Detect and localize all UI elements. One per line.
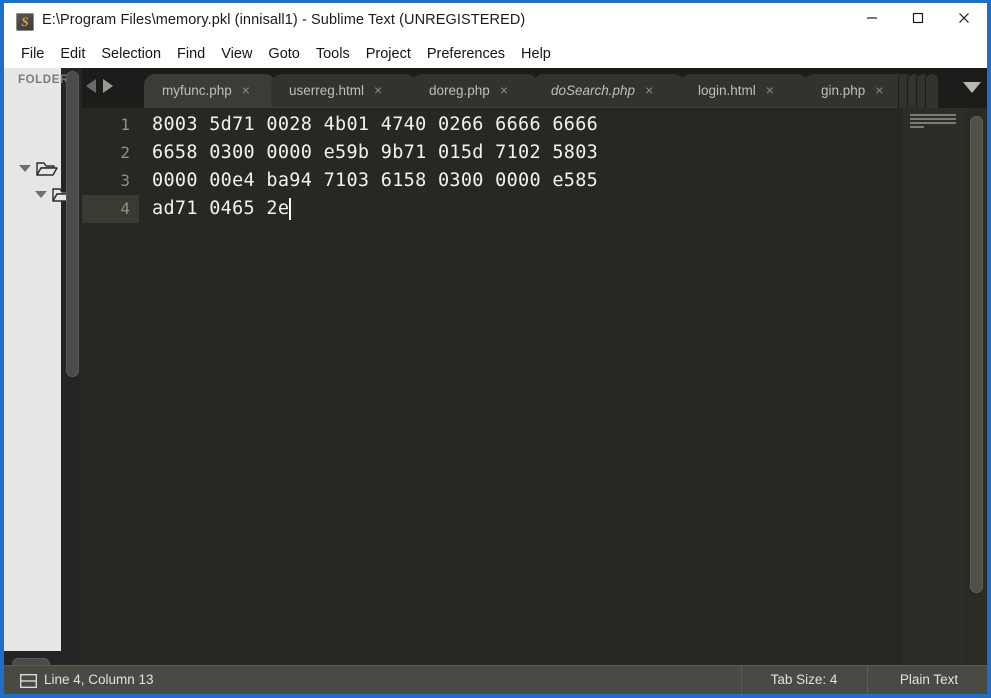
line-number-gutter: 1 2 3 4: [82, 108, 139, 674]
tab-label: userreg.html: [289, 82, 365, 98]
sidebar: FOLDERS: [4, 68, 82, 674]
sidebar-panel: FOLDERS: [4, 68, 77, 651]
menu-item-tools[interactable]: Tools: [308, 44, 358, 64]
menu-item-find[interactable]: Find: [169, 44, 213, 64]
tab-doreg-php[interactable]: doreg.php ×: [411, 74, 538, 108]
minimap-line: [910, 126, 924, 128]
line-number: 1: [120, 115, 130, 134]
menu-item-preferences[interactable]: Preferences: [419, 44, 513, 64]
line-number: 4: [120, 199, 130, 218]
tab-close-icon[interactable]: ×: [766, 83, 774, 97]
code-line[interactable]: ad71 0465 2e: [152, 195, 289, 223]
maximize-button[interactable]: [895, 3, 941, 33]
minimap-line: [910, 114, 956, 116]
tab-label: myfunc.php: [162, 82, 232, 98]
tab-label: gin.php: [821, 82, 866, 98]
tab-overflow-stack: [899, 74, 955, 108]
status-divider: [741, 666, 742, 694]
sublime-text-window: E:\Program Files\memory.pkl (innisall1) …: [0, 0, 991, 698]
menu-item-file[interactable]: File: [13, 44, 52, 64]
menu-bar: File Edit Selection Find View Goto Tools Projec…: [4, 40, 987, 68]
minimap[interactable]: [903, 108, 965, 674]
chevron-down-icon[interactable]: [35, 191, 47, 198]
tab-close-icon[interactable]: ×: [875, 83, 883, 97]
menu-item-view[interactable]: View: [213, 44, 260, 64]
close-button[interactable]: [941, 3, 987, 33]
code-line[interactable]: 8003 5d71 0028 4b01 4740 0266 6666 6666: [152, 111, 598, 139]
tab-overflow-menu-icon[interactable]: [963, 82, 981, 93]
menu-item-project[interactable]: Project: [358, 44, 419, 64]
tab-nav-arrows: [86, 79, 113, 93]
status-syntax[interactable]: Plain Text: [875, 672, 983, 687]
sidebar-vertical-scrollbar[interactable]: [66, 71, 79, 377]
status-tab-size[interactable]: Tab Size: 4: [749, 672, 859, 687]
minimap-line: [910, 122, 956, 124]
folder-icon: [36, 160, 58, 177]
line-number: 2: [120, 143, 130, 162]
text-caret: [289, 198, 292, 220]
tab-myfunc-php[interactable]: myfunc.php ×: [144, 74, 276, 108]
minimap-line: [910, 118, 956, 120]
panes-icon[interactable]: [19, 673, 38, 693]
tab-label: doSearch.php: [551, 82, 636, 98]
status-line-column: Line 4, Column 13: [44, 672, 154, 687]
tab-close-icon[interactable]: ×: [500, 83, 508, 97]
tab-label: login.html: [698, 82, 756, 98]
editor-vertical-scrollbar-thumb[interactable]: [970, 116, 983, 593]
editor-vertical-scrollbar-track[interactable]: [965, 108, 987, 674]
window-title: E:\Program Files\memory.pkl (innisall1) …: [42, 12, 526, 28]
code-line[interactable]: 0000 00e4 ba94 7103 6158 0300 0000 e585: [152, 167, 598, 195]
editor-area[interactable]: 1 2 3 4 8003 5d71 0028 4b01 4740 0266 6666 …: [82, 108, 987, 674]
tab-login-html[interactable]: login.html ×: [680, 74, 808, 108]
tab-dosearch-php[interactable]: doSearch.php ×: [533, 74, 685, 108]
chevron-down-icon[interactable]: [19, 165, 31, 172]
tab-close-icon[interactable]: ×: [374, 83, 382, 97]
title-bar[interactable]: E:\Program Files\memory.pkl (innisall1) …: [4, 3, 987, 40]
tab-label: doreg.php: [429, 82, 490, 98]
sublime-text-icon: [16, 13, 34, 31]
code-line[interactable]: 6658 0300 0000 e59b 9b71 015d 7102 5803: [152, 139, 598, 167]
status-bar: Line 4, Column 13 Tab Size: 4 Plain Text: [4, 665, 987, 694]
menu-item-goto[interactable]: Goto: [260, 44, 307, 64]
tab-close-icon[interactable]: ×: [242, 83, 250, 97]
arrow-left-icon[interactable]: [86, 79, 96, 93]
menu-item-selection[interactable]: Selection: [93, 44, 169, 64]
app-body: FOLDERS myfunc.php × userreg.html × dore…: [4, 68, 987, 694]
tab-close-icon[interactable]: ×: [645, 83, 653, 97]
menu-item-edit[interactable]: Edit: [52, 44, 93, 64]
status-divider: [867, 666, 868, 694]
arrow-right-icon[interactable]: [103, 79, 113, 93]
menu-item-help[interactable]: Help: [513, 44, 559, 64]
minimize-button[interactable]: [849, 3, 895, 33]
sidebar-folder-row[interactable]: [19, 160, 58, 177]
tab-bar: myfunc.php × userreg.html × doreg.php × doSear…: [82, 68, 987, 108]
tab-userreg-html[interactable]: userreg.html ×: [271, 74, 416, 108]
line-number: 3: [120, 171, 130, 190]
